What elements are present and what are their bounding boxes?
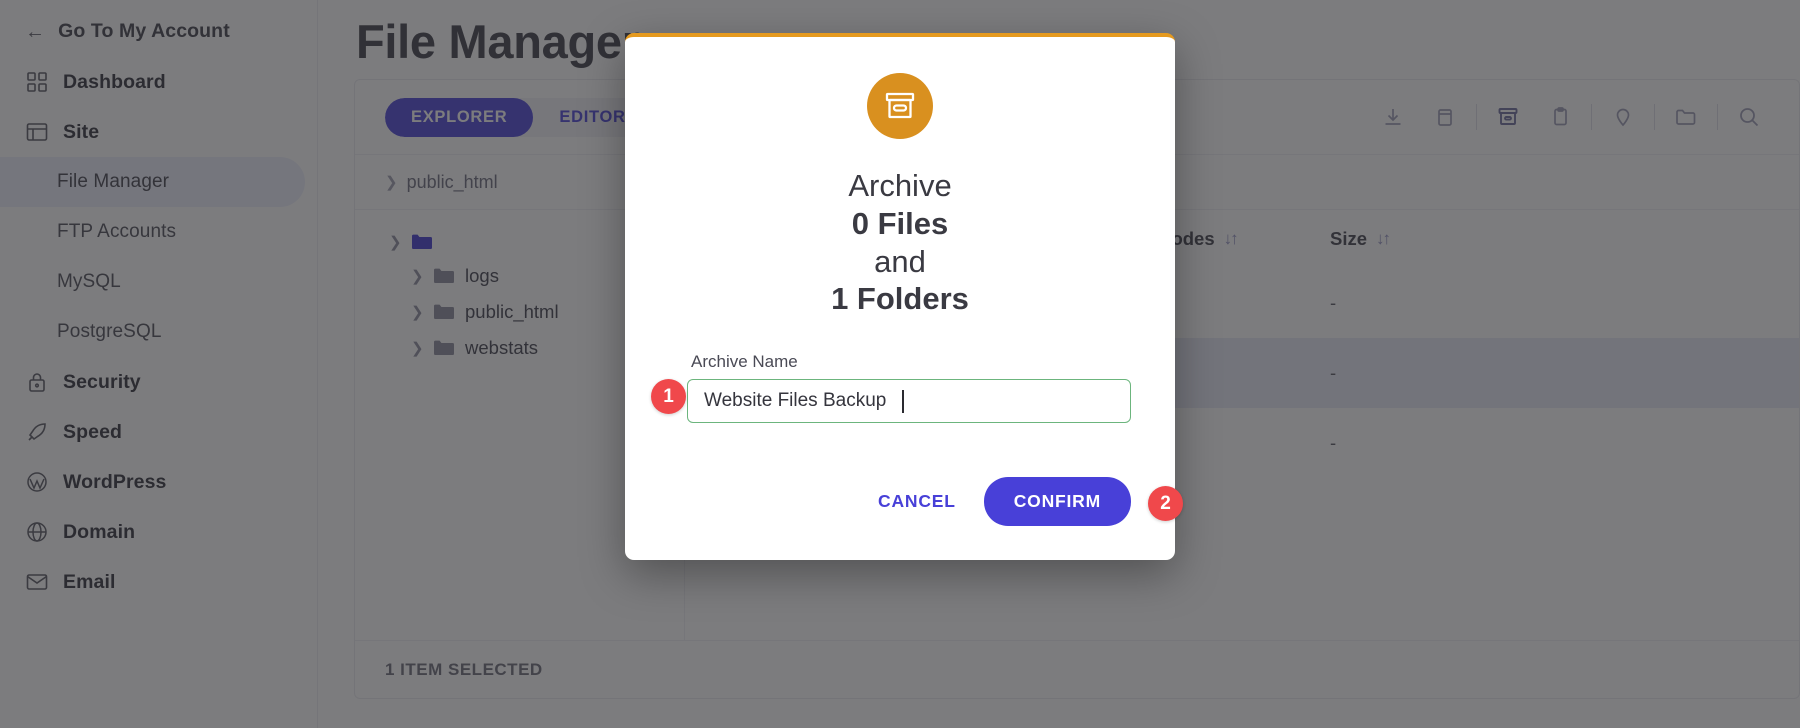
modal-title: Archive 0 Files and 1 Folders — [669, 167, 1131, 318]
archive-modal: Archive 0 Files and 1 Folders Archive Na… — [625, 33, 1183, 561]
step-badge-1: 1 — [651, 379, 686, 415]
cancel-button[interactable]: CANCEL — [866, 481, 968, 522]
modal-title-line-1: Archive — [848, 168, 952, 203]
archive-name-input-row — [687, 379, 1131, 424]
modal-title-line-3: and — [874, 243, 926, 279]
modal-title-line-2: 0 Files — [851, 205, 949, 241]
screen-root: ← Go To My Account Dashboard — [0, 0, 1800, 728]
archive-name-input[interactable] — [687, 379, 1131, 424]
archive-box-icon — [867, 73, 933, 139]
text-caret — [902, 390, 904, 414]
confirm-button[interactable]: CONFIRM — [983, 477, 1131, 527]
archive-name-label: Archive Name — [691, 352, 798, 372]
modal-title-line-4: 1 Folders — [831, 281, 969, 317]
modal-actions: CANCEL CONFIRM 2 — [669, 477, 1183, 527]
archive-name-field: Archive Name 1 — [651, 352, 1131, 424]
